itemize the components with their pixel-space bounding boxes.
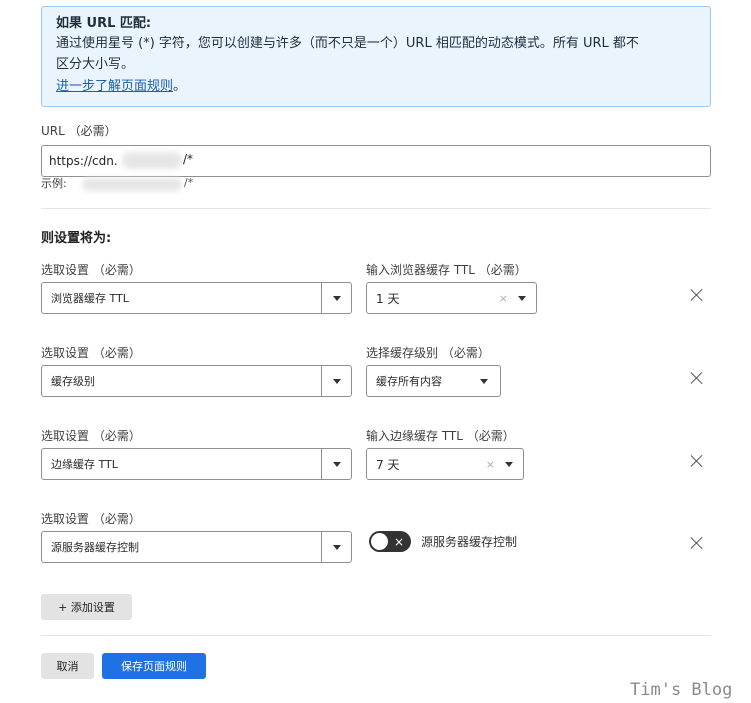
info-text-line-2: 区分大小写。 — [56, 57, 135, 72]
toggle-knob — [371, 533, 388, 550]
cancel-button[interactable]: 取消 — [41, 653, 94, 679]
clear-icon[interactable]: × — [499, 292, 508, 305]
value-label: 选择缓存级别 （必需） — [366, 346, 490, 360]
setting-select[interactable]: 缓存级别 — [41, 365, 352, 397]
divider-bottom — [41, 635, 711, 636]
chevron-down-icon[interactable] — [321, 283, 351, 313]
remove-setting-icon[interactable] — [690, 454, 704, 468]
browser-cache-ttl-value: 1 天 — [376, 291, 400, 306]
redacted-example — [82, 178, 182, 191]
watermark: Tim's Blog — [630, 680, 733, 700]
chevron-down-icon[interactable] — [321, 532, 351, 562]
edge-cache-ttl-select[interactable]: 7 天 × — [366, 448, 524, 480]
browser-cache-ttl-select[interactable]: 1 天 × — [366, 282, 537, 314]
cache-level-select[interactable]: 缓存所有内容 — [366, 365, 501, 397]
chevron-down-icon[interactable] — [480, 378, 488, 384]
setting-select-value: 浏览器缓存 TTL — [51, 292, 129, 305]
url-match-info-box: 如果 URL 匹配: 通过使用星号 (*) 字符，您可以创建与许多（而不只是一个… — [41, 6, 711, 107]
remove-setting-icon[interactable] — [690, 288, 704, 302]
info-text-line-1: 通过使用星号 (*) 字符，您可以创建与许多（而不只是一个）URL 相匹配的动态… — [56, 36, 639, 51]
divider-top — [41, 208, 711, 209]
setting-select-value: 缓存级别 — [51, 375, 95, 388]
settings-title: 则设置将为: — [41, 231, 112, 246]
remove-setting-icon[interactable] — [690, 536, 704, 550]
edge-cache-ttl-value: 7 天 — [376, 457, 400, 472]
chevron-down-icon[interactable] — [505, 461, 513, 467]
url-suffix: /* — [183, 152, 194, 166]
clear-icon[interactable]: × — [486, 458, 495, 471]
setting-select[interactable]: 边缘缓存 TTL — [41, 448, 352, 480]
redacted-domain — [122, 152, 182, 169]
info-link-suffix: 。 — [173, 79, 187, 94]
origin-cache-control-toggle[interactable]: × — [369, 531, 411, 552]
example-suffix: /* — [184, 176, 194, 189]
example-label: 示例: — [41, 177, 67, 190]
setting-select[interactable]: 源服务器缓存控制 — [41, 531, 352, 563]
select-setting-label: 选取设置 （必需） — [41, 429, 141, 443]
chevron-down-icon[interactable] — [321, 366, 351, 396]
select-setting-label: 选取设置 （必需） — [41, 512, 141, 526]
add-setting-button[interactable]: + 添加设置 — [41, 594, 132, 620]
toggle-label: 源服务器缓存控制 — [421, 535, 518, 549]
select-setting-label: 选取设置 （必需） — [41, 346, 141, 360]
learn-more-link[interactable]: 进一步了解页面规则 — [56, 77, 173, 97]
cache-level-value: 缓存所有内容 — [376, 375, 442, 388]
info-title: 如果 URL 匹配: — [56, 16, 152, 31]
chevron-down-icon[interactable] — [518, 295, 526, 301]
setting-select-value: 源服务器缓存控制 — [51, 541, 139, 554]
save-page-rule-button[interactable]: 保存页面规则 — [102, 653, 206, 679]
value-label: 输入边缘缓存 TTL （必需） — [366, 429, 515, 443]
remove-setting-icon[interactable] — [690, 371, 704, 385]
value-label: 输入浏览器缓存 TTL （必需） — [366, 263, 527, 277]
chevron-down-icon[interactable] — [321, 449, 351, 479]
select-setting-label: 选取设置 （必需） — [41, 263, 141, 277]
setting-select[interactable]: 浏览器缓存 TTL — [41, 282, 352, 314]
toggle-off-icon: × — [394, 534, 405, 549]
url-label: URL （必需） — [41, 124, 117, 138]
setting-select-value: 边缘缓存 TTL — [51, 458, 118, 471]
